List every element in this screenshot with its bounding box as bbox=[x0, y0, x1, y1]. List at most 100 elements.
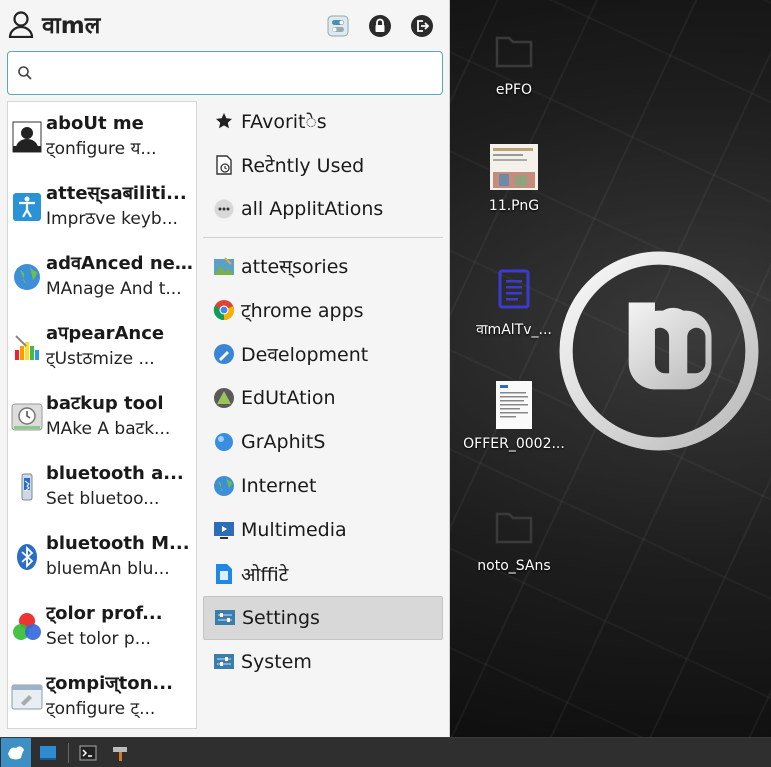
about-me-icon bbox=[10, 120, 44, 154]
list-item[interactable]: aपpearAnce ट्Ustठmize ... bbox=[8, 312, 196, 382]
list-item[interactable]: ट्ompiज्ton... ट्onfigure ट्... bbox=[8, 662, 196, 728]
app-description: Set bluetoo... bbox=[46, 489, 160, 509]
list-item[interactable]: aboUt me ट्onfigure य... bbox=[8, 102, 196, 172]
settings-toggle-button[interactable] bbox=[326, 14, 350, 38]
app-description: ट्Ustठmize ... bbox=[46, 349, 155, 369]
compiz-icon bbox=[10, 680, 44, 714]
category-education[interactable]: EdUtAtion bbox=[203, 376, 443, 420]
category-label: GrAphitS bbox=[241, 431, 326, 453]
education-icon bbox=[213, 387, 235, 409]
folder-icon bbox=[487, 24, 541, 78]
category-label: Deवelopment bbox=[241, 344, 369, 366]
category-label: Settings bbox=[242, 607, 320, 629]
folder-icon bbox=[487, 500, 541, 554]
app-description: MAnage And t... bbox=[46, 279, 182, 299]
category-accessories[interactable]: atteस्sories bbox=[203, 244, 443, 288]
accessories-icon bbox=[213, 255, 235, 277]
list-item[interactable]: atteस्saबiliti... Imprठve keyb... bbox=[8, 172, 196, 242]
category-office[interactable]: ओffiटे bbox=[203, 552, 443, 596]
category-favorites[interactable]: FAvoritेs bbox=[203, 99, 443, 143]
network-icon bbox=[10, 260, 44, 294]
multimedia-icon bbox=[213, 519, 235, 541]
development-icon bbox=[213, 343, 235, 365]
list-item[interactable]: adवAnced ne... MAnage And t... bbox=[8, 242, 196, 312]
taskbar bbox=[0, 737, 771, 767]
category-label: System bbox=[241, 651, 312, 673]
desktop-icon-label: noto_SAns bbox=[477, 558, 551, 574]
category-system[interactable]: System bbox=[203, 640, 443, 684]
lock-icon bbox=[369, 15, 391, 37]
application-list[interactable]: aboUt me ट्onfigure य... atteस्saबiliti..… bbox=[7, 101, 197, 729]
category-label: atteस्sories bbox=[241, 256, 349, 278]
category-all-applications[interactable]: all ApplitAtions bbox=[203, 187, 443, 231]
logout-button[interactable] bbox=[410, 14, 434, 38]
category-chrome-apps[interactable]: ट्hrome apps bbox=[203, 288, 443, 332]
app-name: baटkup tool bbox=[46, 393, 164, 414]
terminal-icon bbox=[79, 745, 97, 761]
category-settings[interactable]: Settings bbox=[203, 596, 443, 640]
category-development[interactable]: Deवelopment bbox=[203, 332, 443, 376]
document-icon bbox=[487, 262, 541, 316]
app-launcher[interactable] bbox=[105, 738, 135, 767]
app-description: Imprठve keyb... bbox=[46, 209, 178, 229]
chrome-icon bbox=[213, 299, 235, 321]
category-label: ट्hrome apps bbox=[241, 300, 364, 322]
show-desktop-button[interactable] bbox=[33, 738, 63, 767]
desktop-icon[interactable]: noto_SAns bbox=[459, 500, 569, 574]
hammer-icon bbox=[113, 747, 127, 761]
app-name: atteस्saबiliti... bbox=[46, 183, 187, 204]
category-label: Reटेntly Used bbox=[241, 155, 365, 177]
app-name: adवAnced ne... bbox=[46, 253, 194, 274]
category-multimedia[interactable]: Multimedia bbox=[203, 508, 443, 552]
bluetooth-adapter-icon bbox=[10, 470, 44, 504]
desktop-icon-label: OFFER_0002... bbox=[463, 436, 565, 452]
bluetooth-manager-icon bbox=[10, 540, 44, 574]
user-header: वाmल bbox=[8, 8, 100, 40]
pdf-icon bbox=[487, 378, 541, 432]
image-icon bbox=[487, 140, 541, 194]
color-profile-icon bbox=[10, 610, 44, 644]
internet-icon bbox=[213, 475, 235, 497]
list-item[interactable]: ट्olor prof... Set tolor p... bbox=[8, 592, 196, 662]
desktop-icon[interactable]: वाmAlTv_... bbox=[459, 262, 569, 339]
app-description: ट्onfigure ट्... bbox=[46, 699, 156, 719]
category-label: Multimedia bbox=[241, 519, 347, 541]
category-label: all ApplitAtions bbox=[241, 198, 384, 220]
category-label: Internet bbox=[241, 475, 317, 497]
backup-icon bbox=[10, 400, 44, 434]
category-recent[interactable]: Reटेntly Used bbox=[203, 143, 443, 187]
app-description: Set tolor p... bbox=[46, 629, 151, 649]
desktop-icon-label: ePFO bbox=[495, 82, 533, 98]
desktop-icon[interactable]: ePFO bbox=[459, 24, 569, 98]
list-item[interactable]: bluetooth M... bluemAn blu... bbox=[8, 522, 196, 592]
app-description: ट्onfigure य... bbox=[46, 139, 157, 159]
system-icon bbox=[213, 651, 235, 673]
search-icon bbox=[18, 66, 32, 80]
graphics-icon bbox=[213, 431, 235, 453]
category-internet[interactable]: Internet bbox=[203, 464, 443, 508]
app-name: bluetooth M... bbox=[46, 533, 190, 554]
start-menu-button[interactable] bbox=[1, 738, 31, 767]
desktop-icon[interactable]: OFFER_0002... bbox=[459, 378, 569, 452]
search-input[interactable] bbox=[40, 60, 430, 86]
terminal-launcher[interactable] bbox=[73, 738, 103, 767]
taskbar-separator bbox=[68, 743, 69, 763]
app-description: bluemAn blu... bbox=[46, 559, 170, 579]
desktop-icon[interactable]: 11.PnG bbox=[459, 140, 569, 214]
app-name: aपpearAnce bbox=[46, 323, 165, 344]
desktop-icon-label: वाmAlTv_... bbox=[476, 322, 552, 338]
category-graphics[interactable]: GrAphitS bbox=[203, 420, 443, 464]
start-menu: वाmल aboUt me ट्onfigure य... atteस्saबi… bbox=[0, 0, 450, 737]
category-label: EdUtAtion bbox=[241, 387, 336, 409]
search-field[interactable] bbox=[7, 51, 443, 95]
lock-screen-button[interactable] bbox=[368, 14, 392, 38]
office-icon bbox=[213, 563, 235, 585]
list-item[interactable]: baटkup tool MAke A baटk... bbox=[8, 382, 196, 452]
category-label: FAvoritेs bbox=[241, 111, 327, 133]
app-name: bluetooth a... bbox=[46, 463, 184, 484]
appearance-icon bbox=[10, 330, 44, 364]
menu-icon bbox=[8, 746, 24, 760]
list-item[interactable]: bluetooth a... Set bluetoo... bbox=[8, 452, 196, 522]
show-desktop-icon bbox=[40, 746, 56, 760]
app-name: ट्ompiज्ton... bbox=[46, 673, 173, 694]
